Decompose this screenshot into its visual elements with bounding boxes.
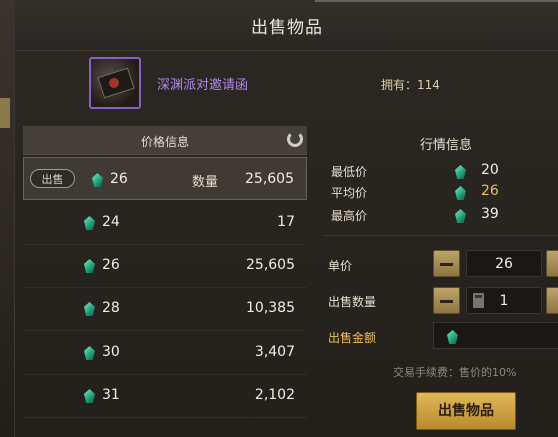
- row-qty: 2,102: [254, 387, 295, 403]
- sell-total-value: 2: [434, 328, 558, 344]
- item-icon[interactable]: [89, 57, 141, 109]
- price-row[interactable]: 30 3,407: [23, 331, 307, 375]
- unit-price-increase-button[interactable]: [546, 250, 558, 277]
- gem-icon: [455, 186, 466, 200]
- window-title: 出售物品: [251, 18, 323, 38]
- avg-price-label: 平均价: [331, 186, 368, 200]
- row-qty: 10,385: [246, 300, 295, 316]
- minus-icon: [440, 300, 453, 303]
- row-price: 24: [102, 214, 120, 230]
- row-price: 26: [102, 257, 120, 273]
- title-decoration: [315, 0, 558, 2]
- sell-tag: 出售: [30, 169, 75, 188]
- gem-icon: [455, 209, 466, 223]
- market-info-title: 行情信息: [419, 138, 472, 153]
- min-price-value: 20: [481, 162, 499, 178]
- sell-total-label: 出售金额: [328, 331, 377, 345]
- max-price-label: 最高价: [331, 209, 368, 223]
- sell-qty-value: 1: [499, 293, 509, 309]
- gem-icon: [84, 302, 95, 316]
- price-row[interactable]: 24 17: [23, 201, 307, 245]
- unit-price-field[interactable]: 26: [466, 250, 542, 277]
- gem-icon: [455, 165, 466, 179]
- price-row[interactable]: 31 2,102: [23, 374, 307, 418]
- section-divider: [323, 235, 558, 236]
- title-bar: 出售物品: [15, 0, 558, 51]
- row-qty: 17: [277, 214, 295, 230]
- gem-icon: [84, 259, 95, 273]
- background-panel-left: [0, 0, 14, 437]
- row-price: 30: [102, 344, 120, 360]
- avg-price-value: 26: [481, 183, 499, 199]
- unit-price-label: 单价: [328, 259, 353, 273]
- refresh-icon[interactable]: [287, 131, 303, 147]
- price-list-title: 价格信息: [140, 135, 189, 149]
- row-qty: 25,605: [246, 257, 295, 273]
- price-list-header: 价格信息: [23, 126, 307, 155]
- qty-increase-button[interactable]: [546, 287, 558, 314]
- background-tab: [0, 98, 10, 128]
- transaction-fee-note: 交易手续费：售价的10%: [393, 366, 517, 379]
- sell-qty-label: 出售数量: [328, 295, 377, 309]
- min-price-label: 最低价: [331, 165, 368, 179]
- gem-icon: [84, 216, 95, 230]
- price-row-selected[interactable]: 出售 26 数量 25,605: [23, 157, 307, 200]
- price-row[interactable]: 26 25,605: [23, 244, 307, 288]
- qty-label: 数量: [192, 175, 219, 190]
- minus-icon: [440, 263, 453, 266]
- gem-icon: [84, 346, 95, 360]
- gem-icon: [84, 389, 95, 403]
- sell-qty-field[interactable]: 1: [466, 287, 542, 314]
- row-price: 26: [110, 171, 128, 187]
- price-row[interactable]: 28 10,385: [23, 287, 307, 331]
- item-name: 深渊派对邀请函: [157, 78, 249, 93]
- unit-price-decrease-button[interactable]: [433, 250, 460, 277]
- unit-price-value: 26: [495, 256, 513, 272]
- sell-item-button[interactable]: 出售物品: [416, 392, 516, 430]
- owned-count: 拥有：114: [381, 78, 440, 92]
- max-price-value: 39: [481, 206, 499, 222]
- qty-decrease-button[interactable]: [433, 287, 460, 314]
- row-qty: 3,407: [254, 344, 295, 360]
- sell-item-window: 出售物品 深渊派对邀请函 拥有：114 价格信息 出售 26 数量 25,605…: [14, 0, 558, 437]
- wax-seal-icon: [109, 78, 119, 88]
- sell-total-field: 2: [433, 322, 558, 349]
- row-qty: 25,605: [245, 171, 294, 187]
- row-price: 28: [102, 300, 120, 316]
- row-price: 31: [102, 387, 120, 403]
- gem-icon: [92, 173, 103, 187]
